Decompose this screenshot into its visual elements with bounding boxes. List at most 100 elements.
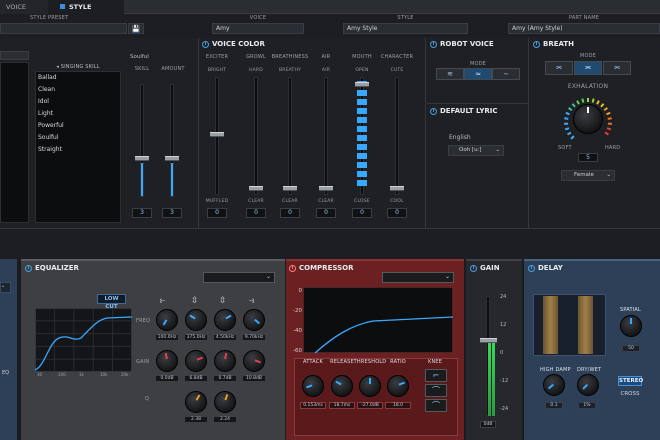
knee-soft-button[interactable]: ⌒ [425, 399, 447, 412]
eq-freq-knob[interactable] [214, 309, 236, 331]
voice-color-fader-cap[interactable] [283, 186, 297, 191]
skill-list-item[interactable]: Light [38, 110, 53, 117]
info-icon[interactable]: i [430, 40, 437, 48]
gender-dropdown[interactable]: Female ⌄ [561, 170, 615, 181]
eq-gain-knob[interactable] [185, 350, 207, 372]
style-field[interactable]: Amy Style [343, 23, 468, 34]
robot-mode-3-button[interactable]: ∼ [492, 68, 520, 80]
skill-list-item[interactable]: Powerful [38, 122, 64, 129]
breath-mode-2-button[interactable]: ⫘ [574, 61, 602, 75]
breath-mode-3-button[interactable]: ⫘ [603, 61, 631, 75]
stereo-button[interactable]: STEREO [618, 376, 643, 386]
skill-fader-cap[interactable] [135, 156, 149, 161]
eq-freq-value-box[interactable]: 9.70kHz [242, 334, 266, 341]
voice-color-fader-cap[interactable] [249, 186, 263, 191]
info-icon[interactable]: i [528, 264, 535, 272]
comp-knob[interactable] [359, 375, 381, 397]
eq-gain-knob[interactable] [214, 350, 236, 372]
lyric-dropdown[interactable]: Ooh [u:] ⌄ [448, 145, 504, 156]
gain-value-box[interactable]: 0dB [480, 421, 496, 428]
eq-q-knob[interactable] [185, 391, 207, 413]
eq-gain-knob[interactable] [243, 350, 265, 372]
eq-freq-knob[interactable] [243, 309, 265, 331]
comp-value-box[interactable]: 0.153ms [300, 402, 326, 409]
amount-fader-cap[interactable] [165, 156, 179, 161]
cross-button[interactable]: CROSS [618, 390, 642, 400]
voice-color-fader[interactable] [357, 77, 367, 195]
knee-medium-button[interactable]: ⌒ [425, 384, 447, 397]
eq-freq-value-box[interactable]: 100.0Hz [155, 334, 179, 341]
eq-freq-value-box[interactable]: 4.50kHz [213, 334, 237, 341]
low-cut-button[interactable]: LOW CUT [97, 294, 126, 310]
voice-color-value-box[interactable]: 0 [352, 208, 372, 218]
voice-color-fader-cap[interactable] [390, 186, 404, 191]
voice-color-fader[interactable] [254, 77, 258, 195]
robot-mode-2-button[interactable]: ≈ [464, 68, 492, 80]
voice-color-fader[interactable] [395, 77, 399, 195]
eq-q-knob[interactable] [214, 391, 236, 413]
info-icon[interactable]: i [25, 264, 32, 272]
gain-fader-cap[interactable] [480, 338, 497, 343]
voice-color-value-box[interactable]: 0 [387, 208, 407, 218]
eq-freq-knob[interactable] [156, 309, 178, 331]
voice-color-value-box[interactable]: 0 [280, 208, 300, 218]
dry-wet-knob[interactable] [577, 374, 599, 396]
knee-hard-button[interactable]: ⌐ [425, 369, 447, 382]
dry-wet-value-box[interactable]: 1% [578, 402, 596, 409]
part-name-field[interactable]: Amy (Amy Style) [508, 23, 660, 34]
save-button[interactable]: 💾 [128, 23, 144, 34]
eq-gain-knob[interactable] [156, 350, 178, 372]
eq-gain-value-box[interactable]: 10.8dB [242, 375, 266, 382]
info-icon[interactable]: i [430, 107, 437, 115]
eq-freq-knob[interactable] [185, 309, 207, 331]
eq-gain-value-box[interactable]: 0.7dB [213, 375, 237, 382]
voice-color-value-box[interactable]: 0 [246, 208, 266, 218]
voice-color-fader-cap[interactable] [319, 186, 333, 191]
voice-color-fader[interactable] [288, 77, 292, 195]
skill-list-item[interactable]: Ballad [38, 74, 57, 81]
comp-value-box[interactable]: 18.0 [385, 402, 411, 409]
eq-q-value-box[interactable]: 2.24 [213, 416, 237, 423]
skill-list-item[interactable]: Idol [38, 98, 49, 105]
comp-knob[interactable] [331, 375, 353, 397]
voice-color-fader-cap[interactable] [210, 132, 224, 137]
voice-color-value-box[interactable]: 0 [207, 208, 227, 218]
amount-value-box[interactable]: 3 [162, 208, 182, 218]
robot-mode-1-button[interactable]: ≋ [436, 68, 464, 80]
eq-preset-dropdown[interactable]: ⌄ [203, 272, 275, 283]
info-icon[interactable]: i [289, 264, 296, 272]
skill-fader[interactable] [140, 84, 144, 197]
voice-color-fader-cap[interactable] [355, 82, 369, 87]
info-icon[interactable]: i [533, 40, 540, 48]
comp-value-box[interactable]: -27.0dB [357, 402, 383, 409]
tab-style[interactable]: STYLE [48, 0, 124, 14]
info-icon[interactable]: i [470, 264, 477, 272]
tab-voice[interactable]: VOICE [0, 0, 48, 14]
spatial-value-box[interactable]: 50 [622, 345, 640, 352]
exhalation-value-box[interactable]: 5 [578, 153, 598, 162]
eq-gain-value-box[interactable]: 0.0dB [155, 375, 179, 382]
voice-field[interactable]: Amy [212, 23, 304, 34]
high-damp-knob[interactable] [543, 374, 565, 396]
eq-q-value-box[interactable]: 2.38 [184, 416, 208, 423]
left-edge-dropdown[interactable]: ⌄ [0, 282, 11, 293]
skill-list-item[interactable]: Soulful [38, 134, 59, 141]
comp-value-box[interactable]: 18.7ms [329, 402, 355, 409]
voice-color-fader[interactable] [324, 77, 328, 195]
left-partial-field[interactable] [0, 51, 29, 60]
comp-knob[interactable] [387, 375, 409, 397]
spatial-knob[interactable] [620, 315, 642, 337]
voice-color-value-box[interactable]: 0 [316, 208, 336, 218]
high-damp-value-box[interactable]: 0.1 [545, 402, 563, 409]
breath-mode-1-button[interactable]: ⫘ [545, 61, 573, 75]
eq-freq-value-box[interactable]: 375.0Hz [184, 334, 208, 341]
comp-knob[interactable] [302, 375, 324, 397]
comp-preset-dropdown[interactable]: ⌄ [382, 272, 454, 283]
style-preset-field[interactable] [0, 23, 127, 34]
exhalation-knob[interactable] [573, 104, 603, 134]
info-icon[interactable]: i [202, 40, 209, 48]
eq-gain-value-box[interactable]: 6.8dB [184, 375, 208, 382]
skill-list-item[interactable]: Straight [38, 146, 62, 153]
skill-value-box[interactable]: 3 [132, 208, 152, 218]
amount-fader[interactable] [170, 84, 174, 197]
